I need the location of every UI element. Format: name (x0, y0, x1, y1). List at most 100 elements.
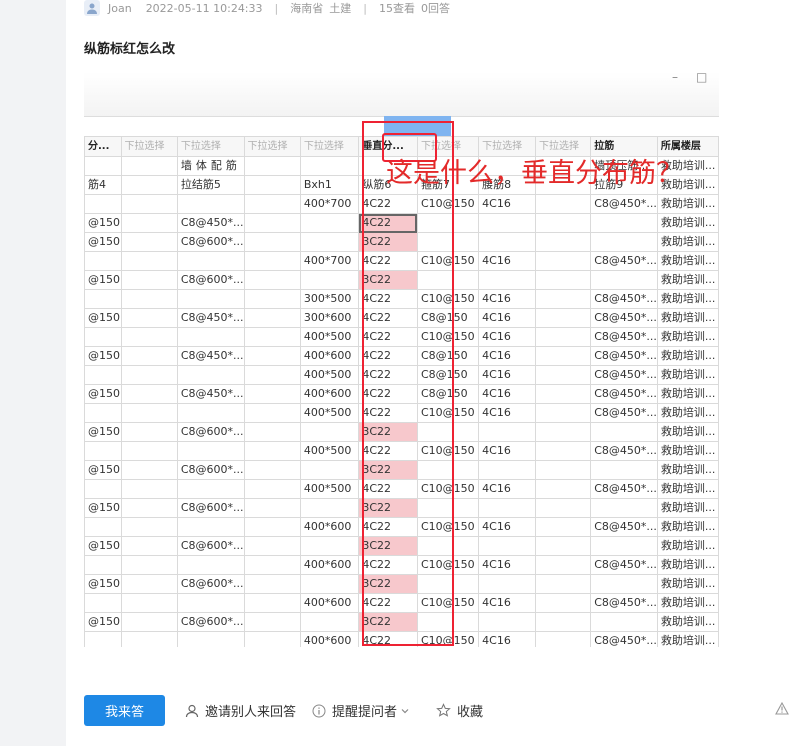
favorite-button[interactable]: 收藏 (436, 701, 483, 720)
table-cell[interactable]: 4C16 (478, 194, 537, 214)
invite-button[interactable]: 邀请别人来回答 (185, 701, 296, 720)
table-cell[interactable]: C8@600*... (176, 574, 245, 594)
table-cell[interactable] (243, 194, 301, 214)
table-cell[interactable] (243, 156, 301, 176)
table-cell[interactable]: C8@450*... (590, 384, 658, 404)
table-cell[interactable] (84, 555, 122, 575)
table-cell[interactable] (535, 517, 592, 537)
table-cell[interactable] (243, 517, 301, 537)
table-cell[interactable] (84, 441, 122, 461)
table-cell[interactable]: @150 (84, 346, 122, 366)
table-cell[interactable]: C8@600*... (176, 232, 245, 252)
table-cell[interactable] (120, 555, 178, 575)
table-cell[interactable]: 4C16 (478, 593, 537, 613)
table-cell[interactable]: 救助培训... (656, 441, 719, 461)
table-cell[interactable]: 400*500 (299, 403, 360, 423)
table-cell[interactable] (535, 479, 592, 499)
table-cell[interactable] (84, 631, 122, 647)
table-cell[interactable]: 救助培训... (656, 384, 719, 404)
table-cell[interactable]: 4C16 (478, 346, 537, 366)
table-cell[interactable]: C8@450*... (590, 327, 658, 347)
table-cell[interactable]: 4C16 (478, 384, 537, 404)
table-cell[interactable]: 救助培训... (656, 346, 719, 366)
table-cell[interactable] (535, 232, 592, 252)
table-cell[interactable] (120, 498, 178, 518)
table-cell[interactable] (84, 593, 122, 613)
table-cell[interactable]: 400*600 (299, 593, 360, 613)
table-cell[interactable]: C8@450*... (590, 194, 658, 214)
table-cell[interactable]: C8@450*... (176, 346, 245, 366)
table-cell[interactable]: 400*500 (299, 365, 360, 385)
table-cell[interactable]: C8@600*... (176, 270, 245, 290)
table-cell[interactable]: C8@450*... (590, 441, 658, 461)
column-header[interactable]: 下拉选择 (243, 136, 301, 157)
table-cell[interactable] (478, 574, 537, 594)
table-cell[interactable] (120, 175, 178, 195)
table-cell[interactable] (84, 479, 122, 499)
table-cell[interactable] (535, 194, 592, 214)
table-cell[interactable]: 救助培训... (656, 631, 719, 647)
question-image[interactable]: – □ 分... 下拉选择 下拉选择 下拉选择 下拉选择 垂直分... 下拉选择 下拉选择 下拉… (84, 72, 719, 647)
author-name[interactable]: Joan (108, 2, 132, 15)
table-cell[interactable] (590, 536, 658, 556)
table-cell[interactable] (478, 422, 537, 442)
table-cell[interactable] (478, 213, 537, 233)
table-cell[interactable] (243, 441, 301, 461)
table-cell[interactable] (478, 270, 537, 290)
table-cell[interactable]: C8@450*... (590, 555, 658, 575)
table-cell[interactable] (535, 327, 592, 347)
table-cell[interactable]: C8@450*... (590, 365, 658, 385)
table-cell[interactable] (120, 517, 178, 537)
table-cell[interactable]: C8@450*... (590, 346, 658, 366)
table-cell[interactable]: C8@450*... (176, 213, 245, 233)
table-cell[interactable] (535, 536, 592, 556)
table-cell[interactable]: 筋4 (84, 175, 122, 195)
table-cell[interactable] (120, 612, 178, 632)
table-cell[interactable] (243, 536, 301, 556)
table-cell[interactable]: 400*500 (299, 479, 360, 499)
table-cell[interactable]: C8@450*... (590, 593, 658, 613)
table-cell[interactable] (120, 213, 178, 233)
table-cell[interactable]: @150 (84, 384, 122, 404)
table-cell[interactable] (120, 346, 178, 366)
table-cell[interactable] (176, 327, 245, 347)
table-cell[interactable]: 400*600 (299, 631, 360, 647)
table-cell[interactable]: 400*700 (299, 251, 360, 271)
table-cell[interactable] (478, 460, 537, 480)
table-cell[interactable] (299, 536, 360, 556)
table-cell[interactable] (535, 631, 592, 647)
table-cell[interactable] (176, 289, 245, 309)
table-cell[interactable]: 4C16 (478, 517, 537, 537)
table-cell[interactable]: 救助培训... (656, 536, 719, 556)
table-cell[interactable] (299, 270, 360, 290)
remind-button[interactable]: 提醒提问者 (312, 701, 416, 720)
table-cell[interactable] (243, 346, 301, 366)
table-cell[interactable] (84, 156, 122, 176)
table-cell[interactable]: 救助培训... (656, 289, 719, 309)
table-cell[interactable] (120, 156, 178, 176)
table-cell[interactable] (243, 270, 301, 290)
table-cell[interactable] (243, 327, 301, 347)
table-cell[interactable] (590, 574, 658, 594)
table-cell[interactable]: 救助培训... (656, 574, 719, 594)
table-cell[interactable] (84, 194, 122, 214)
table-cell[interactable] (120, 232, 178, 252)
table-cell[interactable]: C8@450*... (590, 479, 658, 499)
table-cell[interactable]: C8@600*... (176, 498, 245, 518)
table-cell[interactable] (120, 441, 178, 461)
table-cell[interactable] (176, 365, 245, 385)
table-cell[interactable] (478, 498, 537, 518)
table-cell[interactable] (590, 232, 658, 252)
table-cell[interactable]: @150 (84, 612, 122, 632)
table-cell[interactable] (243, 479, 301, 499)
table-cell[interactable]: 救助培训... (656, 327, 719, 347)
table-cell[interactable] (176, 555, 245, 575)
table-cell[interactable] (243, 289, 301, 309)
column-header[interactable]: 下拉选择 (176, 136, 245, 157)
table-cell[interactable] (243, 612, 301, 632)
table-cell[interactable] (535, 574, 592, 594)
table-cell[interactable] (535, 308, 592, 328)
table-cell[interactable]: 400*600 (299, 555, 360, 575)
table-cell[interactable]: @150 (84, 574, 122, 594)
table-cell[interactable] (535, 365, 592, 385)
